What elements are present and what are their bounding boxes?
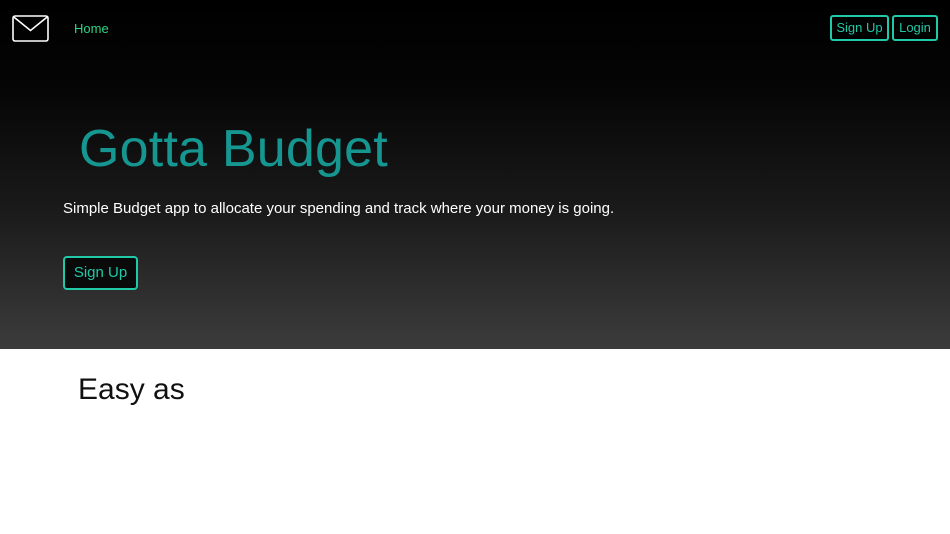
hero-signup-button[interactable]: Sign Up (63, 256, 138, 290)
hero-title: Gotta Budget (79, 120, 388, 178)
nav-home-link[interactable]: Home (74, 21, 109, 36)
envelope-icon (12, 15, 49, 42)
section-heading: Easy as (78, 373, 185, 406)
nav-signup-button[interactable]: Sign Up (830, 15, 889, 41)
hero-subtitle: Simple Budget app to allocate your spend… (63, 200, 615, 217)
navbar: Home Sign Up Login (0, 0, 950, 56)
hero-section: Home Sign Up Login Gotta Budget Simple B… (0, 0, 950, 349)
brand-logo[interactable] (12, 15, 49, 42)
nav-login-button[interactable]: Login (892, 15, 938, 41)
